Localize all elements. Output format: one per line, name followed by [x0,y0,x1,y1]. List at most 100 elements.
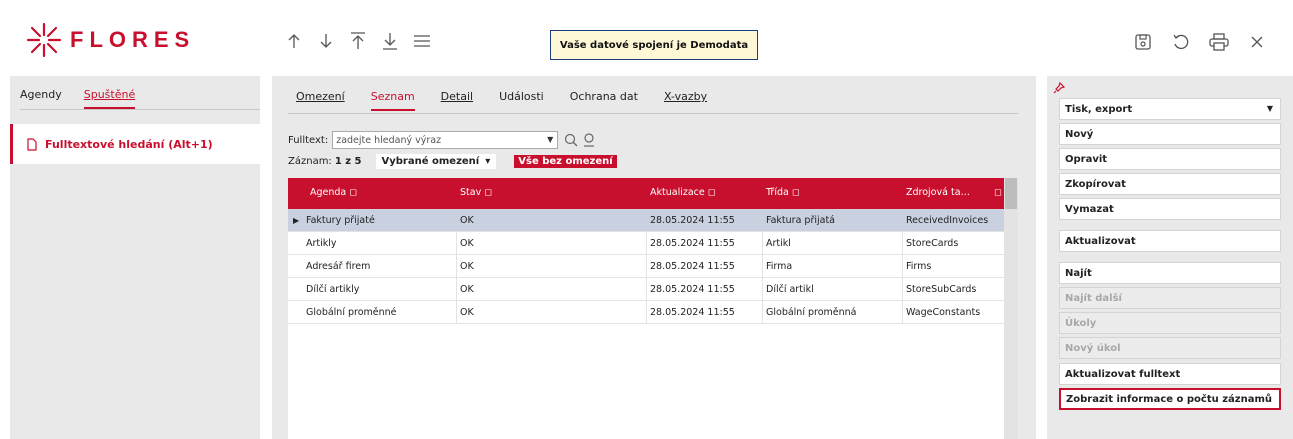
new-task-label: Nový úkol [1065,342,1121,354]
cell-aktualizace: 28.05.2024 11:55 [650,307,735,318]
save-icon[interactable] [1131,30,1155,54]
left-panel: Agendy Spuštěné Fulltextové hledání (Alt… [10,76,260,439]
table-row[interactable]: Globální proměnné OK 28.05.2024 11:55 Gl… [288,301,1004,324]
grid-header: Agenda ◻ Stav ◻ Aktualizace ◻ Třída ◻ Zd… [288,178,1004,209]
tab-omezeni[interactable]: Omezení [296,90,345,111]
cell-zdroj: StoreCards [906,238,959,249]
center-tabs: Omezení Seznam Detail Události Ochrana d… [296,90,707,111]
cell-zdroj: ReceivedInvoices [906,215,989,226]
find-next-label: Najít další [1065,292,1122,304]
connection-info: Vaše datové spojení je Demodata [550,30,758,60]
tasks-label: Úkoly [1065,317,1097,329]
records-label: Záznam: [288,156,332,167]
search-user-icon[interactable] [582,133,596,147]
table-row[interactable]: Adresář firem OK 28.05.2024 11:55 Firma … [288,255,1004,278]
column-trida[interactable]: Třída ◻ [766,187,800,198]
tab-spustene[interactable]: Spuštěné [83,88,136,109]
logo-mark-icon [26,22,62,58]
record-navigation [283,30,433,52]
refresh-button[interactable]: Aktualizovat [1059,230,1281,252]
cell-aktualizace: 28.05.2024 11:55 [650,284,735,295]
cell-aktualizace: 28.05.2024 11:55 [650,215,735,226]
column-zdrojova-tabulka[interactable]: Zdrojová ta… [906,187,970,198]
find-label: Najít [1065,267,1092,279]
logo-wordmark: FLORES [70,29,195,51]
delete-button[interactable]: Vymazat [1059,198,1281,220]
chevron-down-icon[interactable]: ▼ [547,135,553,144]
fulltext-placeholder: zadejte hledaný výraz [336,134,442,146]
refresh-fulltext-label: Aktualizovat fulltext [1065,368,1181,380]
edit-button[interactable]: Opravit [1059,148,1281,170]
grid-scrollbar[interactable] [1004,178,1018,439]
cell-stav: OK [460,307,474,318]
refresh-icon[interactable] [1169,30,1193,54]
svg-text:FLORES: FLORES [70,29,195,51]
filter-select-label: Vybrané omezení [381,156,480,167]
tab-seznam[interactable]: Seznam [370,90,415,111]
left-divider [20,109,260,110]
tab-x-vazby[interactable]: X-vazby [664,90,707,111]
fulltext-search-item[interactable]: Fulltextové hledání (Alt+1) [10,124,260,164]
data-grid: Agenda ◻ Stav ◻ Aktualizace ◻ Třída ◻ Zd… [288,178,1018,439]
tab-agendy[interactable]: Agendy [20,88,62,109]
chevron-down-icon: ▼ [1266,104,1273,113]
find-button[interactable]: Najít [1059,262,1281,284]
cell-aktualizace: 28.05.2024 11:55 [650,261,735,272]
search-icon[interactable] [564,133,578,147]
cell-zdroj: Firms [906,261,932,272]
column-aktualizace[interactable]: Aktualizace ◻ [650,187,716,198]
tab-udalosti[interactable]: Události [499,90,544,111]
new-task-button[interactable]: Nový úkol [1059,337,1281,359]
filter-select[interactable]: Vybrané omezení ▾ [375,154,497,169]
record-count-info-label: Zobrazit informace o počtu záznamů [1066,393,1273,405]
arrow-down-icon[interactable] [315,30,337,52]
fulltext-input[interactable]: zadejte hledaný výraz ▼ [332,131,559,149]
refresh-label: Aktualizovat [1065,235,1136,247]
row-pointer-icon: ▶ [293,216,300,225]
scrollbar-thumb[interactable] [1005,178,1017,209]
tab-detail[interactable]: Detail [441,90,473,111]
tasks-button[interactable]: Úkoly [1059,312,1281,334]
new-label: Nový [1065,128,1094,140]
cell-trida: Artikl [766,238,791,249]
cell-zdroj: StoreSubCards [906,284,977,295]
cell-agenda: Dílčí artikly [306,284,360,295]
pin-icon[interactable] [1053,82,1065,94]
cell-stav: OK [460,238,474,249]
cell-trida: Faktura přijatá [766,215,835,226]
fulltext-label: Fulltext: [288,134,329,146]
table-row[interactable]: Dílčí artikly OK 28.05.2024 11:55 Dílčí … [288,278,1004,301]
table-row[interactable]: Artikly OK 28.05.2024 11:55 Artikl Store… [288,232,1004,255]
cell-trida: Firma [766,261,793,272]
column-chooser-icon[interactable]: ◻ [994,187,1002,198]
print-export-button[interactable]: Tisk, export ▼ [1059,98,1281,120]
column-stav[interactable]: Stav ◻ [460,187,492,198]
jump-bottom-icon[interactable] [379,30,401,52]
find-next-button[interactable]: Najít další [1059,287,1281,309]
cell-agenda: Globální proměnné [306,307,397,318]
delete-label: Vymazat [1065,203,1114,215]
flores-logo: FLORES [26,22,230,58]
records-row: Záznam: 1 z 5 Vybrané omezení ▾ Vše bez … [288,154,617,169]
jump-top-icon[interactable] [347,30,369,52]
new-button[interactable]: Nový [1059,123,1281,145]
cell-stav: OK [460,215,474,226]
copy-button[interactable]: Zkopírovat [1059,173,1281,195]
filter-all-button[interactable]: Vše bez omezení [514,155,617,168]
print-icon[interactable] [1207,30,1231,54]
top-right-actions [1131,30,1269,54]
arrow-up-icon[interactable] [283,30,305,52]
column-agenda[interactable]: Agenda ◻ [310,187,357,198]
cell-stav: OK [460,261,474,272]
document-icon [27,137,37,151]
refresh-fulltext-button[interactable]: Aktualizovat fulltext [1059,363,1281,385]
cell-agenda: Faktury přijaté [306,215,375,226]
fulltext-row: Fulltext: zadejte hledaný výraz ▼ [288,131,596,149]
tab-ochrana-dat[interactable]: Ochrana dat [570,90,638,111]
close-icon[interactable] [1245,30,1269,54]
cell-agenda: Artikly [306,238,337,249]
menu-icon[interactable] [411,30,433,52]
record-count-info-button[interactable]: Zobrazit informace o počtu záznamů [1059,388,1281,410]
cell-trida: Dílčí artikl [766,284,814,295]
table-row[interactable]: ▶ Faktury přijaté OK 28.05.2024 11:55 Fa… [288,209,1004,232]
